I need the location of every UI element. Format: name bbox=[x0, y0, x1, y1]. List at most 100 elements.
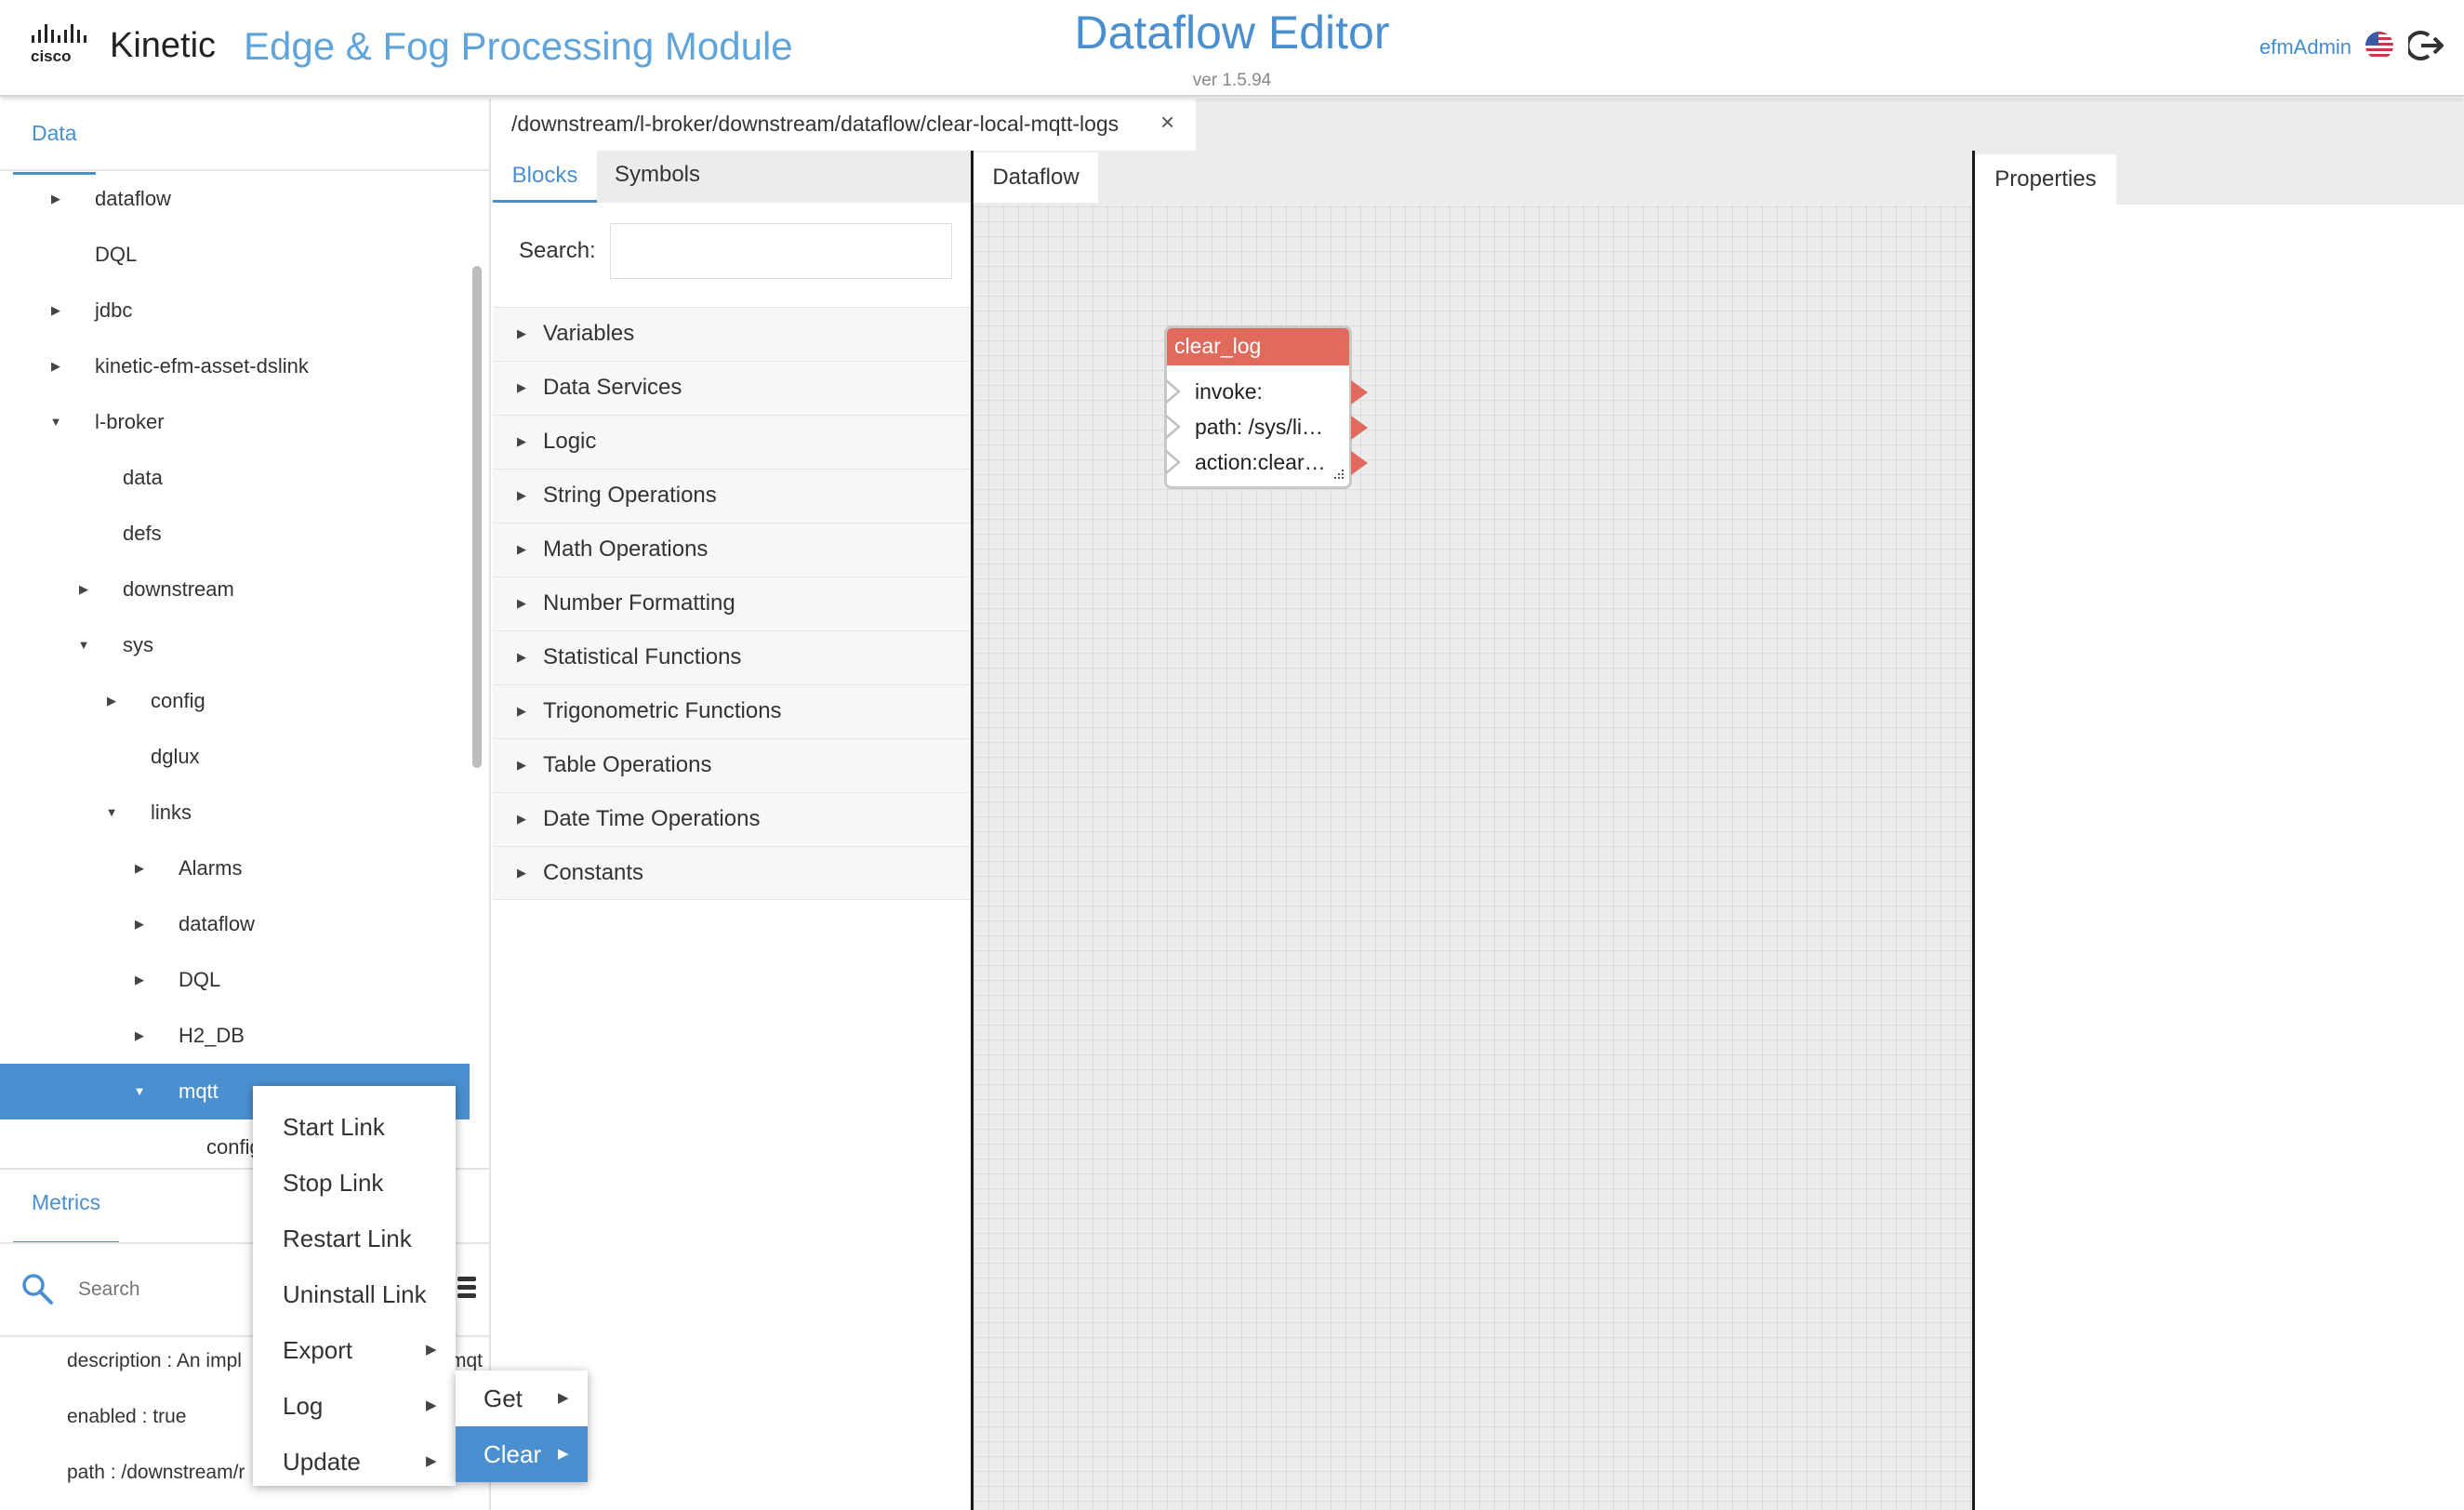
tree-item-label: Alarms bbox=[179, 856, 243, 880]
submenu-arrow-icon: ▶ bbox=[426, 1342, 437, 1358]
category-string-operations[interactable]: ▶ String Operations bbox=[493, 469, 971, 523]
caret-down-icon[interactable]: ▼ bbox=[46, 394, 65, 450]
tree-item-links[interactable]: ▼ links bbox=[0, 785, 470, 841]
menu-item-label: Start Link bbox=[283, 1113, 385, 1141]
tree-item-links-dql[interactable]: ▶ DQL bbox=[0, 952, 470, 1008]
tab-metrics[interactable]: Metrics bbox=[13, 1190, 120, 1244]
category-date-time-operations[interactable]: ▶ Date Time Operations bbox=[493, 792, 971, 846]
tree-item-defs[interactable]: defs bbox=[0, 506, 470, 562]
menu-item-start-link[interactable]: Start Link bbox=[253, 1099, 456, 1155]
version-label: ver 1.5.94 bbox=[1192, 71, 1272, 90]
tree-item-label: config bbox=[151, 689, 205, 712]
caret-right-icon: ▶ bbox=[517, 704, 526, 718]
block-port-invoke[interactable]: invoke: bbox=[1164, 375, 1368, 408]
menu-item-export[interactable]: Export ▶ bbox=[253, 1322, 456, 1378]
menu-item-log[interactable]: Log ▶ bbox=[253, 1378, 456, 1434]
language-flag-icon[interactable] bbox=[2365, 32, 2393, 60]
output-port-icon[interactable] bbox=[1349, 416, 1370, 440]
brand-name: Kinetic bbox=[110, 26, 217, 65]
tree-item-config[interactable]: ▶ config bbox=[0, 673, 470, 729]
close-icon[interactable]: × bbox=[1160, 108, 1174, 137]
tree-item-dql[interactable]: DQL bbox=[0, 227, 470, 283]
metric-row-path: path : /downstream/r bbox=[67, 1462, 245, 1483]
output-port-icon[interactable] bbox=[1349, 380, 1370, 404]
category-math-operations[interactable]: ▶ Math Operations bbox=[493, 523, 971, 576]
tree-item-data[interactable]: data bbox=[0, 450, 470, 506]
category-logic[interactable]: ▶ Logic bbox=[493, 415, 971, 469]
tab-blocks[interactable]: Blocks bbox=[493, 151, 597, 203]
menu-item-update[interactable]: Update ▶ bbox=[253, 1434, 456, 1490]
output-port-icon[interactable] bbox=[1349, 451, 1370, 475]
block-title[interactable]: clear_log bbox=[1167, 328, 1349, 365]
tree-item-links-dataflow[interactable]: ▶ dataflow bbox=[0, 896, 470, 952]
tab-dataflow[interactable]: Dataflow bbox=[974, 152, 1098, 203]
user-menu-link[interactable]: efmAdmin bbox=[2259, 35, 2351, 60]
metric-text: description : An impl bbox=[67, 1350, 242, 1371]
caret-down-icon[interactable]: ▼ bbox=[130, 1064, 149, 1119]
search-icon[interactable] bbox=[20, 1272, 54, 1305]
tree-item-downstream[interactable]: ▶ downstream bbox=[0, 562, 470, 617]
caret-right-icon: ▶ bbox=[517, 542, 526, 556]
caret-right-icon[interactable]: ▶ bbox=[130, 841, 149, 896]
caret-right-icon[interactable]: ▶ bbox=[46, 338, 65, 394]
module-title: Edge & Fog Processing Module bbox=[244, 24, 793, 68]
logout-icon[interactable] bbox=[2408, 30, 2444, 61]
tree-item-asset-dslink[interactable]: ▶ kinetic-efm-asset-dslink bbox=[0, 338, 470, 394]
category-label: Statistical Functions bbox=[543, 644, 742, 669]
tree-item-dataflow[interactable]: ▶ dataflow bbox=[0, 171, 470, 227]
caret-right-icon[interactable]: ▶ bbox=[46, 283, 65, 338]
category-trigonometric-functions[interactable]: ▶ Trigonometric Functions bbox=[493, 684, 971, 738]
caret-right-icon[interactable]: ▶ bbox=[102, 673, 121, 729]
input-port-icon[interactable] bbox=[1164, 378, 1185, 404]
tree-scrollbar[interactable] bbox=[472, 266, 482, 768]
menu-item-log-clear[interactable]: Clear ▶ bbox=[456, 1426, 588, 1482]
menu-item-log-get[interactable]: Get ▶ bbox=[456, 1371, 588, 1426]
tree-item-label: jdbc bbox=[95, 298, 133, 322]
menu-item-restart-link[interactable]: Restart Link bbox=[253, 1211, 456, 1266]
category-statistical-functions[interactable]: ▶ Statistical Functions bbox=[493, 630, 971, 684]
dataflow-block-clear-log[interactable]: clear_log invoke: path: /sys/li… action:… bbox=[1164, 325, 1368, 489]
menu-item-label: Uninstall Link bbox=[283, 1280, 427, 1308]
input-port-icon[interactable] bbox=[1164, 449, 1185, 475]
file-tab-label[interactable]: /downstream/l-broker/downstream/dataflow… bbox=[511, 112, 1119, 137]
tree-item-label: kinetic-efm-asset-dslink bbox=[95, 354, 309, 378]
tree-item-label: H2_DB bbox=[179, 1024, 245, 1047]
tree-item-sys[interactable]: ▼ sys bbox=[0, 617, 470, 673]
caret-right-icon[interactable]: ▶ bbox=[130, 1008, 149, 1064]
tree-item-h2-db[interactable]: ▶ H2_DB bbox=[0, 1008, 470, 1064]
blocks-search-input[interactable] bbox=[610, 223, 952, 279]
caret-down-icon[interactable]: ▼ bbox=[102, 785, 121, 841]
hamburger-menu-icon[interactable] bbox=[456, 1274, 478, 1302]
resize-handle-icon[interactable] bbox=[1332, 468, 1345, 481]
svg-text:cisco: cisco bbox=[31, 47, 71, 63]
tree-item-l-broker[interactable]: ▼ l-broker bbox=[0, 394, 470, 450]
tree-item-jdbc[interactable]: ▶ jdbc bbox=[0, 283, 470, 338]
caret-right-icon[interactable]: ▶ bbox=[46, 171, 65, 227]
tree-item-alarms[interactable]: ▶ Alarms bbox=[0, 841, 470, 896]
category-constants[interactable]: ▶ Constants bbox=[493, 846, 971, 900]
category-number-formatting[interactable]: ▶ Number Formatting bbox=[493, 576, 971, 630]
input-port-icon[interactable] bbox=[1164, 414, 1185, 440]
caret-right-icon[interactable]: ▶ bbox=[130, 952, 149, 1008]
caret-right-icon: ▶ bbox=[517, 866, 526, 880]
properties-tab-bar: Properties bbox=[1975, 151, 2464, 205]
tree-item-label: sys bbox=[123, 633, 153, 656]
tab-properties[interactable]: Properties bbox=[1975, 154, 2116, 205]
file-tab[interactable]: /downstream/l-broker/downstream/dataflow… bbox=[493, 99, 1196, 151]
caret-right-icon[interactable]: ▶ bbox=[74, 562, 93, 617]
context-menu: Start Link Stop Link Restart Link Uninst… bbox=[253, 1086, 456, 1486]
block-port-path[interactable]: path: /sys/li… bbox=[1164, 410, 1368, 444]
tree-item-dglux[interactable]: dglux bbox=[0, 729, 470, 785]
caret-down-icon[interactable]: ▼ bbox=[74, 617, 93, 673]
caret-right-icon[interactable]: ▶ bbox=[130, 896, 149, 952]
menu-item-stop-link[interactable]: Stop Link bbox=[253, 1155, 456, 1211]
block-port-action[interactable]: action:clear… bbox=[1164, 445, 1368, 479]
menu-item-uninstall-link[interactable]: Uninstall Link bbox=[253, 1266, 456, 1322]
category-data-services[interactable]: ▶ Data Services bbox=[493, 361, 971, 415]
category-table-operations[interactable]: ▶ Table Operations bbox=[493, 738, 971, 792]
dataflow-canvas[interactable]: Dataflow clear_log invoke: path: /sys/li… bbox=[974, 151, 1972, 1510]
category-variables[interactable]: ▶ Variables bbox=[493, 307, 971, 361]
category-label: Logic bbox=[543, 429, 597, 454]
tab-data[interactable]: Data bbox=[13, 121, 96, 175]
tab-symbols[interactable]: Symbols bbox=[597, 151, 718, 199]
